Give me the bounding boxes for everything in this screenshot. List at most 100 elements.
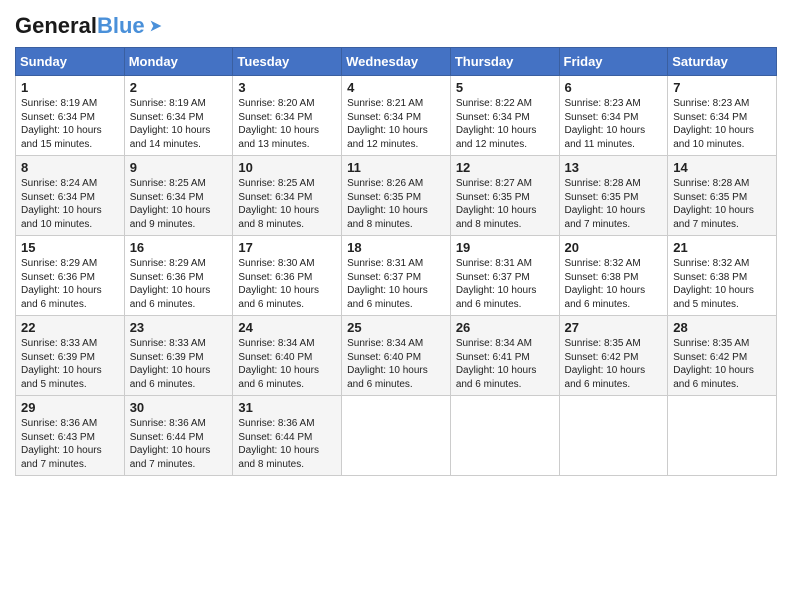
calendar-cell: 16 Sunrise: 8:29 AMSunset: 6:36 PMDayligh… (124, 236, 233, 316)
calendar-cell: 6Sunrise: 8:23 AMSunset: 6:34 PMDaylight… (559, 76, 668, 156)
calendar-cell: 19 Sunrise: 8:31 AMSunset: 6:37 PMDayligh… (450, 236, 559, 316)
calendar-week-row: 22 Sunrise: 8:33 AMSunset: 6:39 PMDayligh… (16, 316, 777, 396)
day-info: Sunrise: 8:22 AMSunset: 6:34 PMDaylight:… (456, 97, 554, 151)
day-number: 20 (565, 240, 663, 255)
calendar-cell: 7Sunrise: 8:23 AMSunset: 6:34 PMDaylight… (668, 76, 777, 156)
calendar-cell: 1 Sunrise: 8:19 AMSunset: 6:34 PMDaylight… (16, 76, 125, 156)
calendar-cell (559, 396, 668, 476)
day-info: Sunrise: 8:29 AMSunset: 6:36 PMDaylight:… (130, 257, 228, 311)
calendar-cell: 29 Sunrise: 8:36 AMSunset: 6:43 PMDayligh… (16, 396, 125, 476)
day-info: Sunrise: 8:30 AMSunset: 6:36 PMDaylight:… (238, 257, 336, 311)
day-number: 22 (21, 320, 119, 335)
day-number: 30 (130, 400, 228, 415)
day-info: Sunrise: 8:21 AMSunset: 6:34 PMDaylight:… (347, 97, 445, 151)
day-info: Sunrise: 8:36 AMSunset: 6:43 PMDaylight:… (21, 417, 119, 471)
calendar-cell (668, 396, 777, 476)
day-info: Sunrise: 8:25 AMSunset: 6:34 PMDaylight:… (130, 177, 228, 231)
calendar-cell: 14 Sunrise: 8:28 AMSunset: 6:35 PMDayligh… (668, 156, 777, 236)
day-number: 8 (21, 160, 119, 175)
calendar-cell: 11Sunrise: 8:26 AMSunset: 6:35 PMDayligh… (342, 156, 451, 236)
calendar-cell: 4Sunrise: 8:21 AMSunset: 6:34 PMDaylight… (342, 76, 451, 156)
day-number: 23 (130, 320, 228, 335)
day-number: 2 (130, 80, 228, 95)
day-info: Sunrise: 8:31 AMSunset: 6:37 PMDaylight:… (456, 257, 554, 311)
day-info: Sunrise: 8:36 AMSunset: 6:44 PMDaylight:… (130, 417, 228, 471)
day-info: Sunrise: 8:19 AMSunset: 6:34 PMDaylight:… (130, 97, 228, 151)
day-number: 15 (21, 240, 119, 255)
day-info: Sunrise: 8:24 AMSunset: 6:34 PMDaylight:… (21, 177, 119, 231)
day-number: 28 (673, 320, 771, 335)
weekday-header: Monday (124, 48, 233, 76)
day-number: 21 (673, 240, 771, 255)
day-number: 9 (130, 160, 228, 175)
day-number: 1 (21, 80, 119, 95)
calendar-cell: 10 Sunrise: 8:25 AMSunset: 6:34 PMDayligh… (233, 156, 342, 236)
calendar-cell: 5Sunrise: 8:22 AMSunset: 6:34 PMDaylight… (450, 76, 559, 156)
calendar-cell: 12 Sunrise: 8:27 AMSunset: 6:35 PMDayligh… (450, 156, 559, 236)
calendar-cell (342, 396, 451, 476)
day-info: Sunrise: 8:28 AMSunset: 6:35 PMDaylight:… (565, 177, 663, 231)
calendar-cell: 31 Sunrise: 8:36 AMSunset: 6:44 PMDayligh… (233, 396, 342, 476)
calendar-cell: 13 Sunrise: 8:28 AMSunset: 6:35 PMDayligh… (559, 156, 668, 236)
day-number: 7 (673, 80, 771, 95)
day-number: 11 (347, 160, 445, 175)
day-info: Sunrise: 8:19 AMSunset: 6:34 PMDaylight:… (21, 97, 119, 151)
day-number: 25 (347, 320, 445, 335)
calendar-cell: 21 Sunrise: 8:32 AMSunset: 6:38 PMDayligh… (668, 236, 777, 316)
logo-icon (147, 17, 165, 35)
calendar-cell: 24 Sunrise: 8:34 AMSunset: 6:40 PMDayligh… (233, 316, 342, 396)
day-number: 12 (456, 160, 554, 175)
calendar-cell: 9 Sunrise: 8:25 AMSunset: 6:34 PMDaylight… (124, 156, 233, 236)
day-number: 10 (238, 160, 336, 175)
calendar-cell: 17 Sunrise: 8:30 AMSunset: 6:36 PMDayligh… (233, 236, 342, 316)
day-number: 14 (673, 160, 771, 175)
calendar-cell: 8 Sunrise: 8:24 AMSunset: 6:34 PMDaylight… (16, 156, 125, 236)
weekday-header: Sunday (16, 48, 125, 76)
day-number: 29 (21, 400, 119, 415)
day-info: Sunrise: 8:35 AMSunset: 6:42 PMDaylight:… (673, 337, 771, 391)
day-number: 31 (238, 400, 336, 415)
day-info: Sunrise: 8:33 AMSunset: 6:39 PMDaylight:… (21, 337, 119, 391)
day-number: 16 (130, 240, 228, 255)
day-info: Sunrise: 8:28 AMSunset: 6:35 PMDaylight:… (673, 177, 771, 231)
day-info: Sunrise: 8:29 AMSunset: 6:36 PMDaylight:… (21, 257, 119, 311)
calendar-cell: 18Sunrise: 8:31 AMSunset: 6:37 PMDayligh… (342, 236, 451, 316)
calendar-cell: 3 Sunrise: 8:20 AMSunset: 6:34 PMDaylight… (233, 76, 342, 156)
day-number: 17 (238, 240, 336, 255)
weekday-header: Friday (559, 48, 668, 76)
weekday-header: Wednesday (342, 48, 451, 76)
calendar-week-row: 8 Sunrise: 8:24 AMSunset: 6:34 PMDaylight… (16, 156, 777, 236)
calendar-cell: 2 Sunrise: 8:19 AMSunset: 6:34 PMDaylight… (124, 76, 233, 156)
day-info: Sunrise: 8:34 AMSunset: 6:41 PMDaylight:… (456, 337, 554, 391)
calendar-cell: 25Sunrise: 8:34 AMSunset: 6:40 PMDayligh… (342, 316, 451, 396)
day-info: Sunrise: 8:33 AMSunset: 6:39 PMDaylight:… (130, 337, 228, 391)
day-info: Sunrise: 8:32 AMSunset: 6:38 PMDaylight:… (673, 257, 771, 311)
weekday-header: Saturday (668, 48, 777, 76)
day-number: 13 (565, 160, 663, 175)
day-number: 6 (565, 80, 663, 95)
day-info: Sunrise: 8:36 AMSunset: 6:44 PMDaylight:… (238, 417, 336, 471)
page-header: GeneralBlue (15, 15, 777, 37)
calendar-cell: 15 Sunrise: 8:29 AMSunset: 6:36 PMDayligh… (16, 236, 125, 316)
day-number: 3 (238, 80, 336, 95)
day-info: Sunrise: 8:35 AMSunset: 6:42 PMDaylight:… (565, 337, 663, 391)
day-number: 27 (565, 320, 663, 335)
day-info: Sunrise: 8:25 AMSunset: 6:34 PMDaylight:… (238, 177, 336, 231)
calendar-cell: 22 Sunrise: 8:33 AMSunset: 6:39 PMDayligh… (16, 316, 125, 396)
day-info: Sunrise: 8:34 AMSunset: 6:40 PMDaylight:… (238, 337, 336, 391)
day-number: 24 (238, 320, 336, 335)
day-number: 18 (347, 240, 445, 255)
day-info: Sunrise: 8:20 AMSunset: 6:34 PMDaylight:… (238, 97, 336, 151)
calendar-table: SundayMondayTuesdayWednesdayThursdayFrid… (15, 47, 777, 476)
logo-text: GeneralBlue (15, 15, 145, 37)
calendar-week-row: 15 Sunrise: 8:29 AMSunset: 6:36 PMDayligh… (16, 236, 777, 316)
calendar-cell (450, 396, 559, 476)
day-number: 26 (456, 320, 554, 335)
calendar-cell: 20Sunrise: 8:32 AMSunset: 6:38 PMDayligh… (559, 236, 668, 316)
day-number: 19 (456, 240, 554, 255)
calendar-cell: 30 Sunrise: 8:36 AMSunset: 6:44 PMDayligh… (124, 396, 233, 476)
day-info: Sunrise: 8:27 AMSunset: 6:35 PMDaylight:… (456, 177, 554, 231)
calendar-cell: 26 Sunrise: 8:34 AMSunset: 6:41 PMDayligh… (450, 316, 559, 396)
weekday-header: Tuesday (233, 48, 342, 76)
calendar-week-row: 1 Sunrise: 8:19 AMSunset: 6:34 PMDaylight… (16, 76, 777, 156)
